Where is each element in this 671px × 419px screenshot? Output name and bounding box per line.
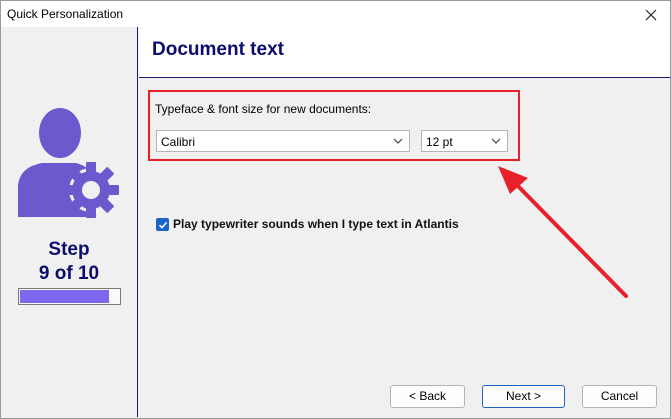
font-size-value: 12 pt (426, 135, 453, 149)
typewriter-sounds-checkbox[interactable] (156, 218, 169, 231)
title-bar: Quick Personalization (1, 1, 670, 28)
close-button[interactable] (640, 5, 662, 25)
close-icon (645, 9, 657, 21)
typewriter-sounds-label: Play typewriter sounds when I type text … (173, 217, 459, 231)
step-sidebar: Step 9 of 10 (1, 27, 138, 417)
step-label: Step (48, 239, 90, 260)
font-size-dropdown[interactable]: 12 pt (421, 130, 508, 152)
window-title: Quick Personalization (7, 7, 124, 21)
font-settings-label: Typeface & font size for new documents: (155, 102, 372, 116)
page-title: Document text (152, 39, 284, 60)
checkmark-icon (158, 221, 167, 229)
step-count: 9 of 10 (38, 263, 100, 284)
typeface-value: Calibri (161, 135, 196, 149)
next-button[interactable]: Next > (482, 385, 565, 408)
cancel-button[interactable]: Cancel (582, 385, 657, 408)
chevron-down-icon (491, 138, 501, 144)
back-button[interactable]: < Back (390, 385, 465, 408)
page-header: Document text (139, 27, 670, 78)
typeface-dropdown[interactable]: Calibri (156, 130, 410, 152)
chevron-down-icon (393, 138, 403, 144)
wizard-progress-bar (18, 288, 121, 305)
progress-fill (20, 290, 109, 303)
user-settings-icon (18, 108, 119, 218)
